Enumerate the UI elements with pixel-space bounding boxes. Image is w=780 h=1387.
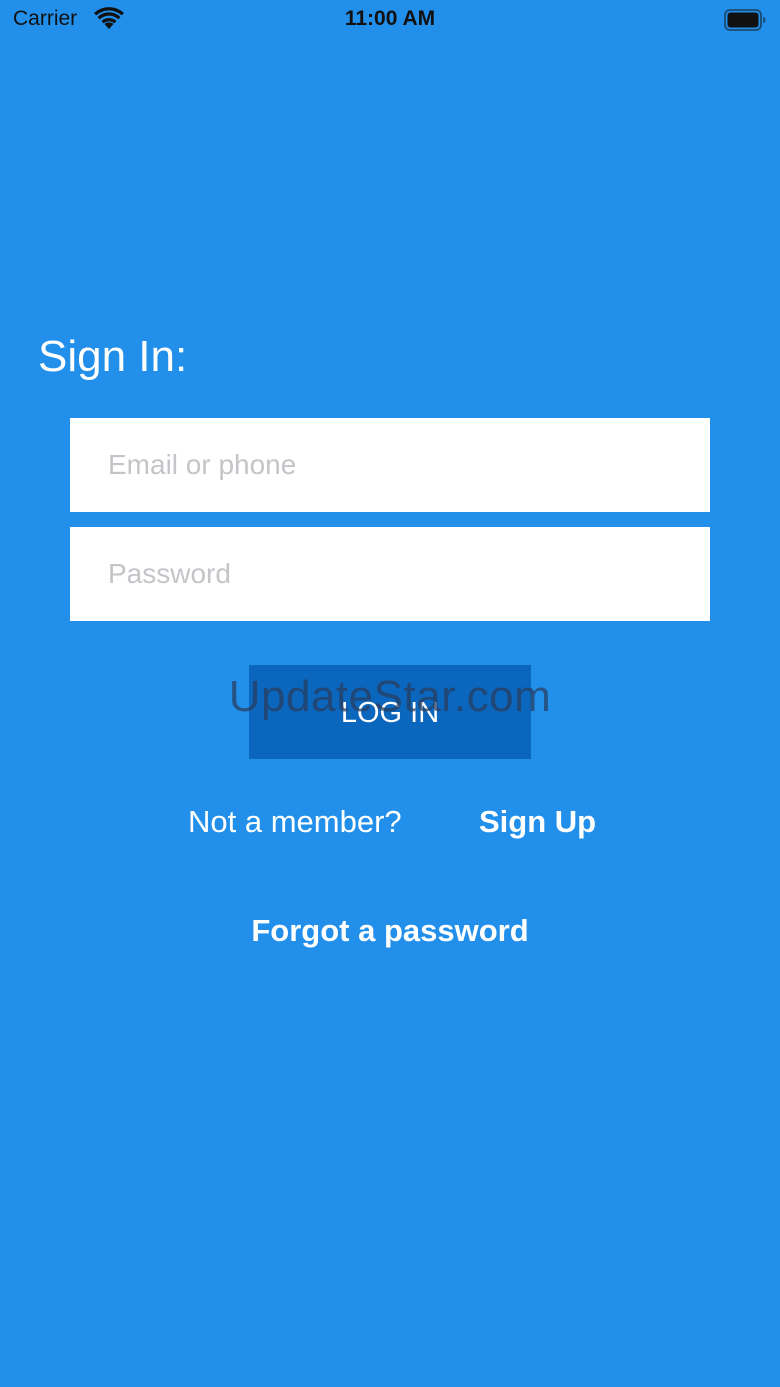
forgot-password-link[interactable]: Forgot a password [0, 913, 780, 949]
clock: 11:00 AM [344, 7, 436, 30]
login-button-label: LOG IN [340, 697, 440, 729]
login-button[interactable]: LOG IN [249, 665, 531, 759]
battery-icon [724, 9, 766, 31]
email-field[interactable] [70, 418, 710, 512]
sign-in-screen: Carrier 11:00 AM Sign In: LOG IN UpdateS… [0, 0, 780, 1387]
page-title: Sign In: [38, 332, 188, 381]
password-field[interactable] [70, 527, 710, 621]
not-member-text: Not a member? [188, 804, 402, 839]
status-bar: Carrier 11:00 AM [0, 0, 780, 40]
sign-up-link[interactable]: Sign Up [479, 804, 596, 840]
